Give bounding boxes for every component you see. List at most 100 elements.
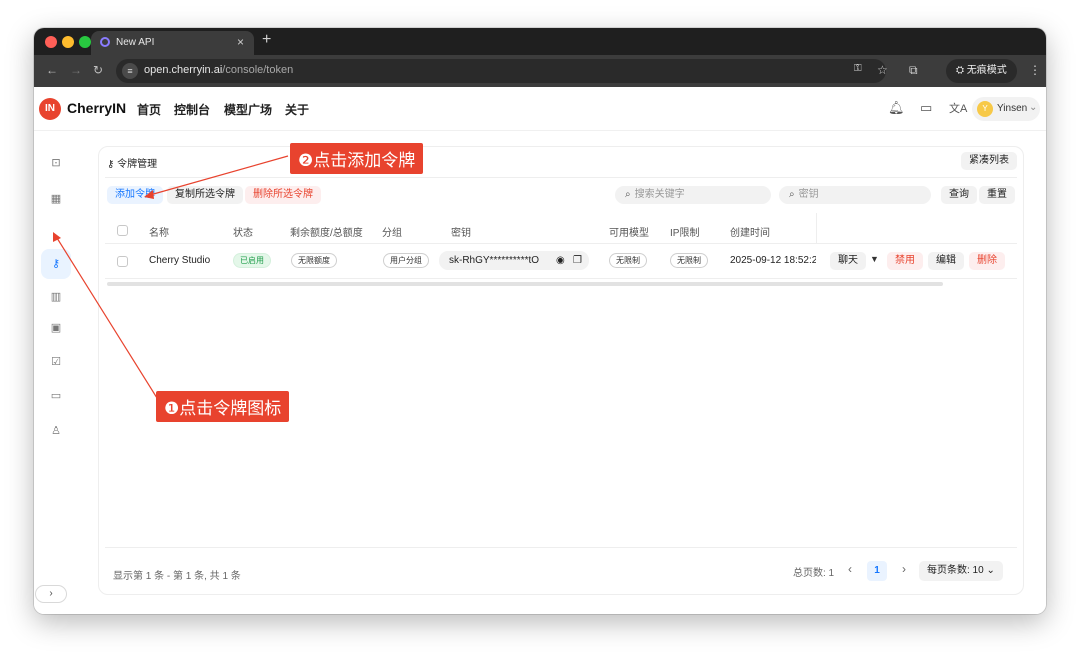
sidebar-expand-button[interactable]: ›: [35, 585, 67, 603]
nav-console[interactable]: 控制台: [174, 101, 210, 118]
translate-icon[interactable]: 文A: [949, 100, 967, 116]
forward-icon[interactable]: →: [70, 63, 82, 77]
incognito-label: 无痕模式: [966, 65, 1007, 76]
tab-bar: New API × +: [34, 28, 1046, 55]
browser-window: New API × + ← → ↻ ≡ open.cherryin.ai/con…: [34, 28, 1046, 614]
col-quota[interactable]: 剩余额度/总额度: [290, 224, 363, 239]
user-name: Yinsen: [997, 103, 1028, 114]
search-icon: ⌕: [625, 189, 631, 200]
url-path: /console/token: [222, 64, 294, 76]
site-settings-icon[interactable]: ≡: [122, 63, 138, 79]
sidebar-item-usage-chart-icon[interactable]: ▥: [47, 288, 65, 306]
favicon-icon: [100, 37, 110, 47]
col-models[interactable]: 可用模型: [609, 224, 649, 239]
close-window-button[interactable]: [45, 36, 57, 48]
keyword-search-input[interactable]: ⌕ 搜索关键字: [615, 186, 771, 204]
reload-icon[interactable]: ↻: [93, 63, 103, 77]
pagination-summary: 显示第 1 条 - 第 1 条, 共 1 条: [113, 571, 241, 582]
status-badge: 已启用: [233, 253, 271, 268]
web-page: IN CherryIN 首页 控制台 模型广场 关于 🔔︎ ▭ 文A Y Yin…: [34, 87, 1046, 614]
token-management-card: ⚷ 令牌管理 紧凑列表 添加令牌 复制所选令牌 删除所选令牌 ⌕ 搜索关键字 ⌕ 密…: [98, 146, 1024, 595]
sidebar-item-image-icon[interactable]: ▣: [47, 319, 65, 337]
copy-icon[interactable]: ❐: [573, 251, 582, 270]
sidebar-item-user-icon[interactable]: ♙: [47, 422, 65, 440]
sidebar-item-task-icon[interactable]: ☑: [47, 353, 65, 371]
ip-limit-badge: 无限制: [670, 253, 708, 268]
horizontal-scrollbar[interactable]: [107, 282, 943, 286]
select-all-checkbox[interactable]: [117, 225, 128, 236]
card-title: ⚷ 令牌管理: [107, 155, 157, 170]
edit-button[interactable]: 编辑: [928, 252, 964, 270]
col-status[interactable]: 状态: [233, 224, 253, 239]
tab-search-icon[interactable]: ⧉: [909, 63, 918, 78]
chevron-right-icon: ›: [49, 588, 53, 599]
top-navigation: IN CherryIN 首页 控制台 模型广场 关于 🔔︎ ▭ 文A Y Yin…: [34, 87, 1046, 131]
sidebar-item-wallet-icon[interactable]: ▭: [47, 387, 65, 405]
group-badge: 用户分组: [383, 253, 429, 268]
nav-model-market[interactable]: 模型广场: [224, 101, 272, 118]
search-icon: ⌕: [789, 189, 795, 200]
browser-tab[interactable]: New API ×: [91, 31, 254, 55]
col-ip-limit[interactable]: IP限制: [670, 224, 699, 239]
table-header-divider: [105, 243, 1017, 244]
incognito-badge[interactable]: ⛭ 无痕模式: [946, 59, 1017, 83]
chevron-down-icon: ⌄: [983, 565, 995, 576]
sidebar-item-dashboard-icon[interactable]: ▦: [47, 190, 65, 208]
col-name[interactable]: 名称: [149, 224, 169, 239]
nav-about[interactable]: 关于: [285, 101, 309, 118]
more-menu-icon[interactable]: ⋮: [1029, 63, 1041, 77]
maximize-window-button[interactable]: [79, 36, 91, 48]
caret-down-icon[interactable]: ▼: [870, 254, 879, 264]
key-search-input[interactable]: ⌕ 密钥: [779, 186, 931, 204]
card-title-text: 令牌管理: [117, 159, 158, 170]
back-icon[interactable]: ←: [46, 63, 58, 77]
callout-step2: ❷点击添加令牌: [290, 143, 424, 174]
col-key[interactable]: 密钥: [451, 224, 471, 239]
next-page-icon[interactable]: ›: [902, 562, 906, 576]
reset-button[interactable]: 重置: [979, 186, 1015, 204]
brand-name[interactable]: CherryIN: [67, 100, 126, 116]
minimize-window-button[interactable]: [62, 36, 74, 48]
total-pages: 总页数: 1: [793, 568, 835, 579]
page-size-select[interactable]: 每页条数: 10 ⌄: [919, 561, 1003, 581]
page-1-button[interactable]: 1: [867, 561, 887, 581]
key-icon: ⚷: [107, 159, 118, 170]
prev-page-icon[interactable]: ‹: [848, 562, 852, 576]
eye-icon[interactable]: ◉: [556, 251, 565, 270]
copy-selected-button[interactable]: 复制所选令牌: [167, 186, 243, 204]
disable-button[interactable]: 禁用: [887, 252, 923, 270]
col-group[interactable]: 分组: [382, 224, 402, 239]
url-field[interactable]: ≡ open.cherryin.ai/console/token: [116, 59, 886, 83]
callout-step1: ❶点击令牌图标: [156, 391, 290, 422]
nav-home[interactable]: 首页: [137, 101, 161, 118]
key-display: sk-RhGY**********tO ◉ ❐: [439, 251, 589, 270]
query-button[interactable]: 查询: [941, 186, 977, 204]
compact-list-button[interactable]: 紧凑列表: [961, 152, 1017, 170]
delete-button[interactable]: 删除: [969, 252, 1005, 270]
key-placeholder: 密钥: [798, 189, 819, 200]
row-checkbox[interactable]: [117, 256, 128, 267]
delete-selected-button[interactable]: 删除所选令牌: [245, 186, 321, 204]
monitor-icon[interactable]: ▭: [920, 100, 932, 116]
sidebar-item-terminal-icon[interactable]: ⊡: [47, 154, 65, 172]
user-menu[interactable]: Y Yinsen ⌄: [972, 97, 1040, 121]
created-time: 2025-09-12 18:52:2: [730, 255, 816, 266]
new-tab-button[interactable]: +: [262, 31, 271, 49]
logo-icon[interactable]: IN: [39, 98, 61, 120]
tab-title: New API: [116, 37, 155, 48]
col-created-time[interactable]: 创建时间: [730, 224, 770, 239]
token-name: Cherry Studio: [149, 255, 211, 266]
keyword-placeholder: 搜索关键字: [634, 189, 685, 200]
sidebar-item-token-key-icon[interactable]: ⚷: [47, 255, 65, 273]
avatar: Y: [977, 101, 993, 117]
bookmark-star-icon[interactable]: ☆: [877, 63, 888, 77]
add-token-button[interactable]: 添加令牌: [107, 186, 163, 204]
quota-badge: 无限额度: [291, 253, 337, 268]
key-value: sk-RhGY**********tO: [449, 255, 540, 266]
footer-divider: [105, 547, 1017, 548]
page-size-value: 每页条数: 10: [927, 565, 984, 576]
key-icon[interactable]: ⚿: [854, 63, 862, 74]
tab-close-icon[interactable]: ×: [237, 35, 244, 49]
bell-icon[interactable]: 🔔︎: [888, 100, 905, 116]
chat-button[interactable]: 聊天: [830, 252, 866, 270]
